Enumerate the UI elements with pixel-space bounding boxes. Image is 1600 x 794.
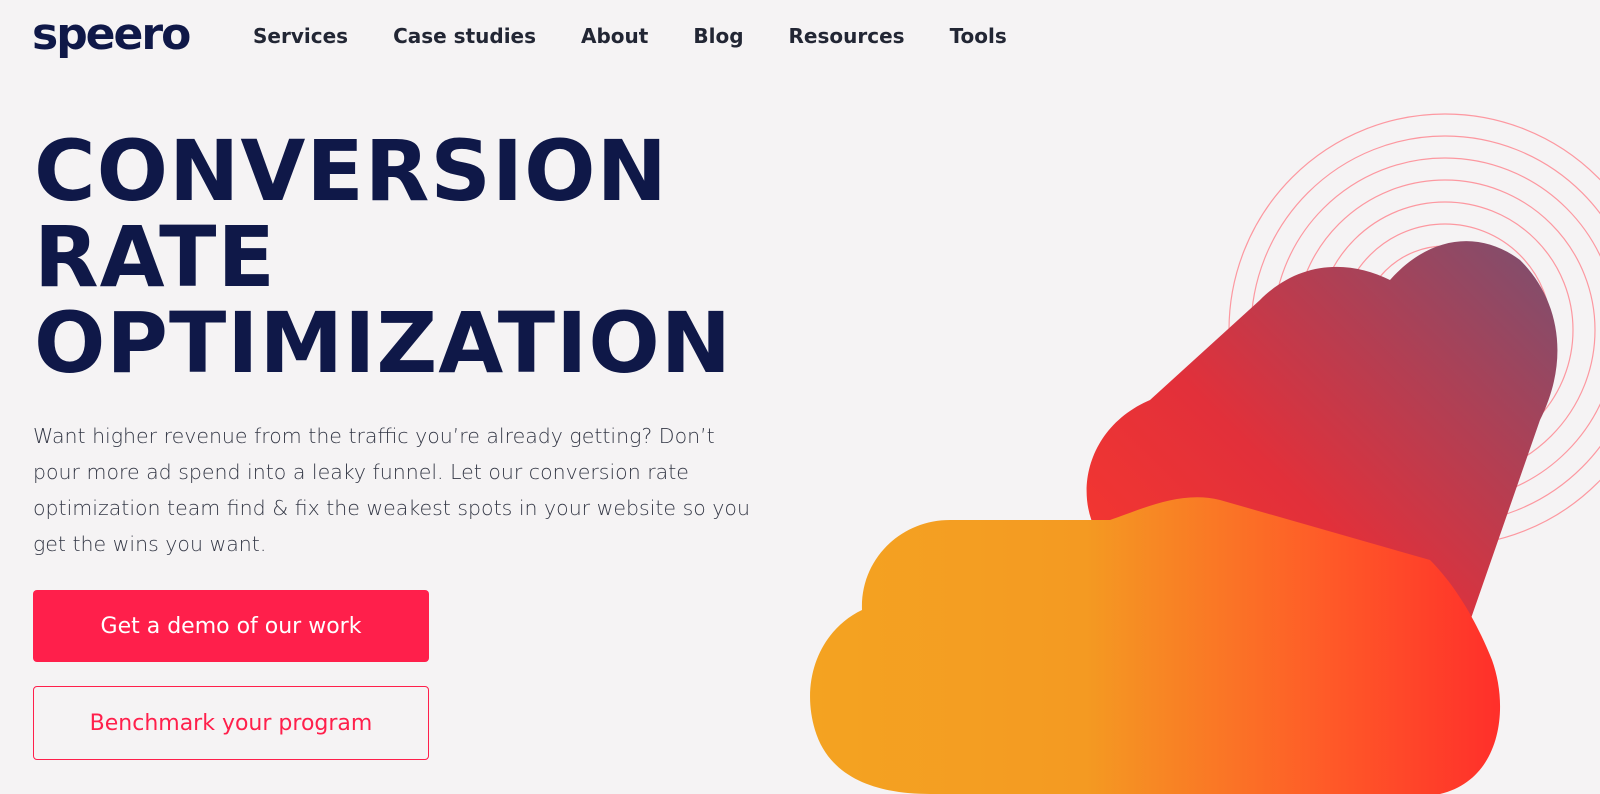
hero-abstract-illustration [810,113,1600,794]
hero-title: CONVERSION RATE OPTIMIZATION [34,128,732,386]
nav-item-blog[interactable]: Blog [693,22,743,50]
get-demo-button[interactable]: Get a demo of our work [33,590,429,662]
nav-item-case-studies[interactable]: Case studies [393,22,536,50]
speero-logo[interactable]: speero [32,10,191,60]
nav-item-resources[interactable]: Resources [789,22,905,50]
hero-description: Want higher revenue from the traffic you… [33,424,750,556]
benchmark-program-button[interactable]: Benchmark your program [33,686,429,760]
nav-item-about[interactable]: About [581,22,648,50]
hero-title-line-1: CONVERSION [34,122,668,220]
hero-title-line-3: OPTIMIZATION [34,294,733,392]
nav-item-services[interactable]: Services [253,22,348,50]
nav-item-tools[interactable]: Tools [950,22,1007,50]
site-header: speero Services Case studies About Blog … [0,0,1600,72]
hero-title-line-2: RATE [34,208,276,306]
main-nav: Services Case studies About Blog Resourc… [253,22,1052,50]
